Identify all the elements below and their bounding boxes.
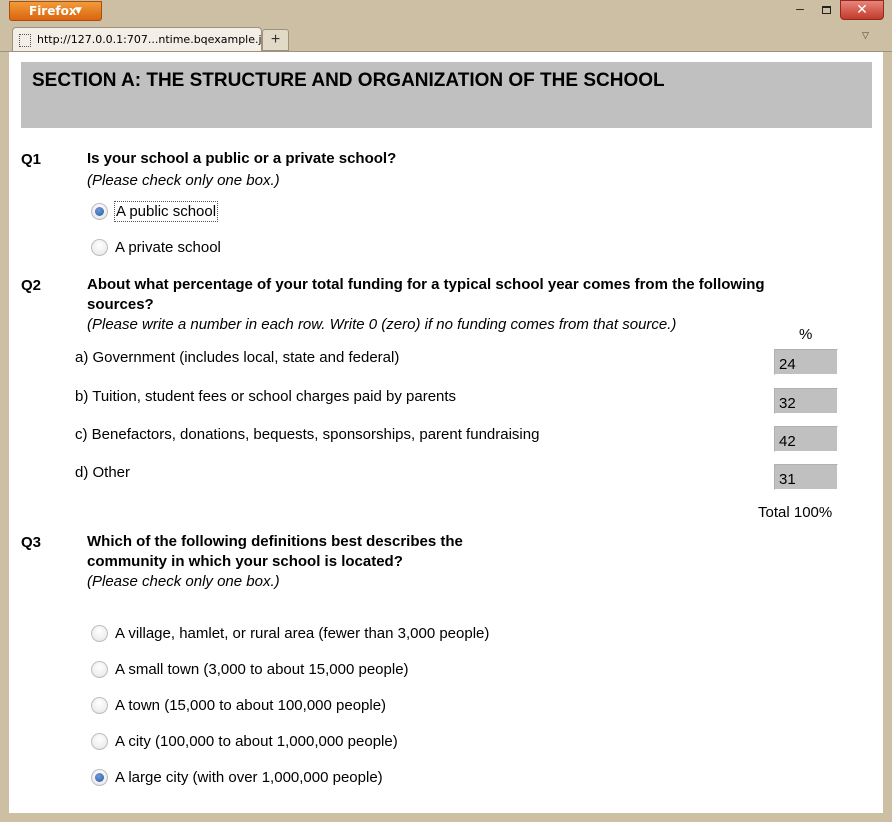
option-label: A city (100,000 to about 1,000,000 peopl…: [115, 732, 398, 750]
close-icon: ✕: [856, 2, 868, 18]
q2-number: Q2: [21, 277, 42, 294]
list-all-tabs-button[interactable]: ▽: [862, 30, 869, 41]
q1-instruction: (Please check only one box.): [87, 172, 280, 189]
q3-option-rural[interactable]: A village, hamlet, or rural area (fewer …: [91, 622, 490, 644]
q2-question: About what percentage of your total fund…: [87, 275, 765, 315]
q3-option-large-city[interactable]: A large city (with over 1,000,000 people…: [91, 766, 384, 788]
window-bottom-border: [0, 813, 892, 822]
q2-question-line2: sources?: [87, 296, 154, 313]
close-button[interactable]: ✕: [840, 0, 884, 20]
q1-question: Is your school a public or a private sch…: [87, 150, 397, 167]
page-icon: [19, 34, 31, 47]
plus-icon: +: [270, 31, 281, 48]
chevron-down-icon: ▽: [862, 30, 869, 40]
option-label: A village, hamlet, or rural area (fewer …: [115, 624, 490, 642]
funding-input-government[interactable]: [774, 349, 838, 375]
option-label: A private school: [115, 238, 221, 256]
q3-question-line1: Which of the following definitions best …: [87, 533, 463, 550]
funding-input-benefactors[interactable]: [774, 426, 838, 452]
funding-input-other[interactable]: [774, 464, 838, 490]
section-title: SECTION A: THE STRUCTURE AND ORGANIZATIO…: [32, 70, 665, 91]
q3-option-town[interactable]: A town (15,000 to about 100,000 people): [91, 694, 387, 716]
firefox-menu-button[interactable]: Firefox ▼: [9, 1, 102, 21]
option-label: A public school: [114, 200, 219, 222]
maximize-button[interactable]: [814, 0, 838, 20]
q2-question-line1: About what percentage of your total fund…: [87, 276, 765, 293]
q3-instruction: (Please check only one box.): [87, 573, 280, 590]
chevron-down-icon: ▼: [75, 6, 82, 16]
radio-button[interactable]: [91, 732, 108, 750]
tab-current[interactable]: http://127.0.0.1:707...ntime.bqexample.j…: [12, 27, 262, 52]
option-label: A small town (3,000 to about 15,000 peop…: [115, 660, 409, 678]
tab-title: http://127.0.0.1:707...ntime.bqexample.j…: [37, 33, 262, 46]
tab-strip: http://127.0.0.1:707...ntime.bqexample.j…: [0, 24, 892, 52]
percent-header: %: [799, 326, 813, 343]
q1-option-public[interactable]: A public school: [91, 200, 219, 222]
radio-button[interactable]: [91, 696, 108, 714]
title-bar: Firefox ▼ – ✕: [0, 0, 892, 24]
option-label: A town (15,000 to about 100,000 people): [115, 696, 387, 714]
minimize-button[interactable]: –: [788, 0, 812, 20]
total-label: Total 100%: [758, 504, 833, 521]
q3-question-line2: community in which your school is locate…: [87, 553, 403, 570]
radio-button[interactable]: [91, 768, 108, 786]
q3-option-small-town[interactable]: A small town (3,000 to about 15,000 peop…: [91, 658, 410, 680]
new-tab-button[interactable]: +: [262, 29, 289, 51]
minimize-icon: –: [796, 0, 804, 16]
q2-instruction: (Please write a number in each row. Writ…: [87, 316, 677, 333]
q1-option-private[interactable]: A private school: [91, 236, 222, 258]
q3-option-city[interactable]: A city (100,000 to about 1,000,000 peopl…: [91, 730, 399, 752]
q3-question: Which of the following definitions best …: [87, 532, 463, 572]
option-label: A large city (with over 1,000,000 people…: [115, 768, 383, 786]
maximize-icon: [822, 6, 831, 14]
funding-row-label: a) Government (includes local, state and…: [75, 349, 400, 366]
q1-number: Q1: [21, 151, 42, 168]
q3-number: Q3: [21, 534, 42, 551]
radio-button[interactable]: [91, 660, 108, 678]
section-header: SECTION A: THE STRUCTURE AND ORGANIZATIO…: [21, 62, 872, 128]
radio-button[interactable]: [91, 624, 108, 642]
radio-button[interactable]: [91, 238, 108, 256]
page-content: SECTION A: THE STRUCTURE AND ORGANIZATIO…: [9, 52, 883, 813]
funding-row-label: b) Tuition, student fees or school charg…: [75, 388, 457, 405]
firefox-menu-label: Firefox: [29, 4, 77, 18]
funding-input-tuition[interactable]: [774, 388, 838, 414]
funding-row-label: c) Benefactors, donations, bequests, spo…: [75, 426, 540, 443]
funding-row-label: d) Other: [75, 464, 131, 481]
radio-button[interactable]: [91, 202, 108, 220]
